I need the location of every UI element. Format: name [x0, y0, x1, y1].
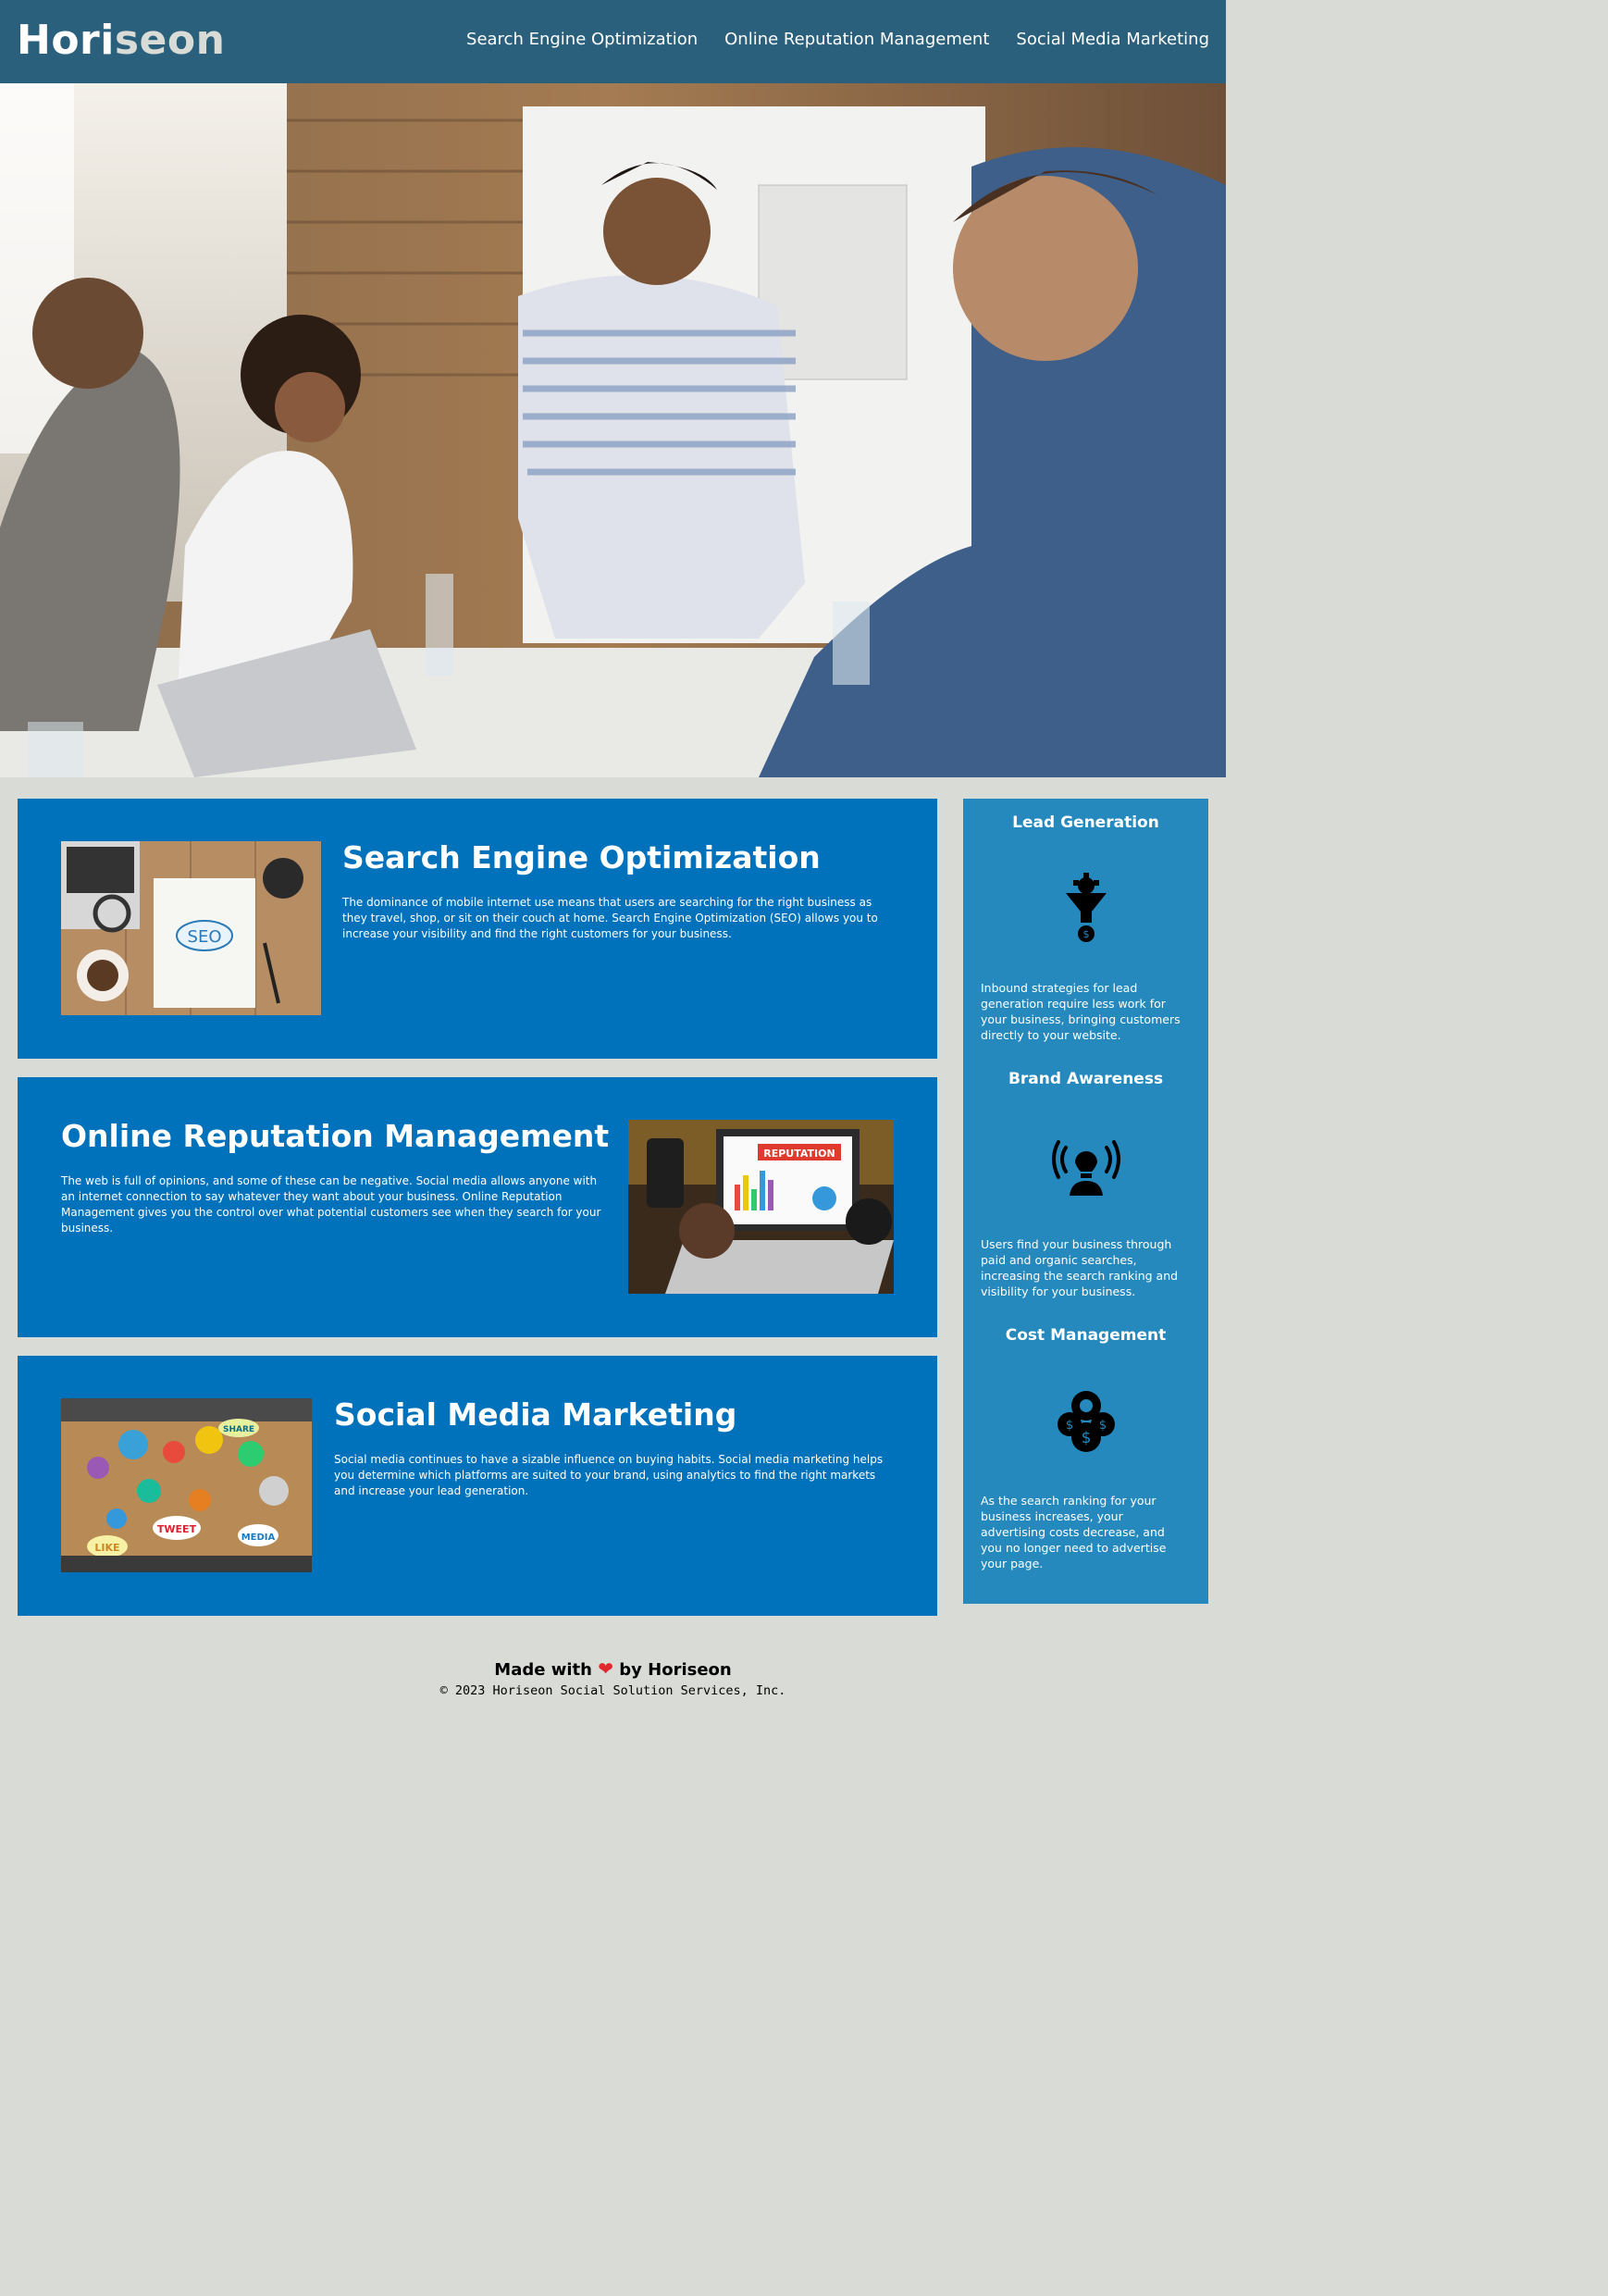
benefit-lead-title: Lead Generation — [1012, 813, 1159, 832]
seo-illustration: SEO — [61, 841, 321, 1015]
hero-illustration — [0, 83, 1226, 777]
logo-prefix: Hori — [17, 17, 115, 64]
made-with-line: Made with ❤ by Horiseon — [0, 1657, 1226, 1682]
seo-section: SEO Search Engine Optimization The domin… — [18, 799, 937, 1059]
seo-image: SEO — [61, 841, 321, 1015]
reputation-section: Online Reputation Management The web is … — [18, 1077, 937, 1337]
heart-icon: ❤ — [598, 1657, 613, 1680]
reputation-illustration: REPUTATION — [628, 1120, 894, 1294]
benefit-cost-management: Cost Management $ $ $ As the search rank… — [963, 1311, 1208, 1570]
seo-title: Search Engine Optimization — [342, 839, 821, 875]
social-media-section: TWEET LIKE MEDIA SHARE Social Media Mark… — [18, 1356, 937, 1616]
social-media-description: Social media continues to have a sizable… — [334, 1453, 884, 1497]
svg-text:$: $ — [1065, 1419, 1072, 1433]
main-nav: Search Engine Optimization Online Reputa… — [466, 26, 1209, 54]
nav-link-seo[interactable]: Search Engine Optimization — [466, 26, 698, 54]
lightbulb-broadcast-icon — [1049, 1129, 1123, 1203]
nav-link-social-media[interactable]: Social Media Marketing — [1016, 26, 1209, 54]
coins-gear-icon: $ $ $ — [1049, 1385, 1123, 1459]
benefit-lead-text: Inbound strategies for lead generation r… — [981, 981, 1181, 1042]
seo-description: The dominance of mobile internet use mea… — [342, 896, 878, 940]
benefit-brand-text: Users find your business through paid an… — [981, 1237, 1179, 1298]
social-media-label: MEDIA — [241, 1533, 276, 1543]
hero-image — [0, 83, 1226, 777]
reputation-description: The web is full of opinions, and some of… — [61, 1174, 601, 1235]
nav-link-reputation[interactable]: Online Reputation Management — [724, 26, 989, 54]
site-logo[interactable]: Horiseon — [17, 13, 225, 68]
reputation-title: Online Reputation Management — [61, 1118, 610, 1154]
benefit-brand-awareness: Brand Awareness Users find your business… — [963, 1055, 1208, 1311]
social-media-title: Social Media Marketing — [334, 1396, 737, 1433]
made-with-suffix: by Horiseon — [619, 1660, 732, 1680]
services-content: SEO Search Engine Optimization The domin… — [18, 799, 937, 1634]
copyright-text: © 2023 Horiseon Social Solution Services… — [439, 1683, 786, 1698]
svg-text:$: $ — [1081, 1429, 1091, 1447]
benefit-brand-title: Brand Awareness — [1008, 1070, 1164, 1088]
social-media-illustration: TWEET LIKE MEDIA SHARE — [61, 1398, 312, 1572]
svg-text:$: $ — [1082, 928, 1089, 940]
reputation-image-label: REPUTATION — [763, 1148, 835, 1160]
logo-suffix: seon — [114, 17, 226, 64]
reputation-image: REPUTATION — [628, 1120, 894, 1294]
benefit-cost-title: Cost Management — [1005, 1326, 1167, 1345]
site-header: Horiseon Search Engine Optimization Onli… — [0, 0, 1226, 83]
lead-funnel-icon: $ — [1049, 873, 1123, 947]
made-with-prefix: Made with — [494, 1660, 592, 1680]
social-tweet-label: TWEET — [157, 1523, 197, 1535]
benefit-lead-generation: Lead Generation $ Inbound strategies for… — [963, 799, 1208, 1055]
seo-image-label: SEO — [188, 927, 222, 947]
svg-text:$: $ — [1098, 1419, 1106, 1433]
benefit-cost-text: As the search ranking for your business … — [981, 1494, 1167, 1570]
social-media-image: TWEET LIKE MEDIA SHARE — [61, 1398, 312, 1572]
benefits-sidebar: Lead Generation $ Inbound strategies for… — [963, 799, 1208, 1604]
social-like-label: LIKE — [94, 1542, 119, 1554]
site-footer: Made with ❤ by Horiseon © 2023 Horiseon … — [0, 1657, 1226, 1699]
social-share-label: SHARE — [223, 1425, 254, 1434]
